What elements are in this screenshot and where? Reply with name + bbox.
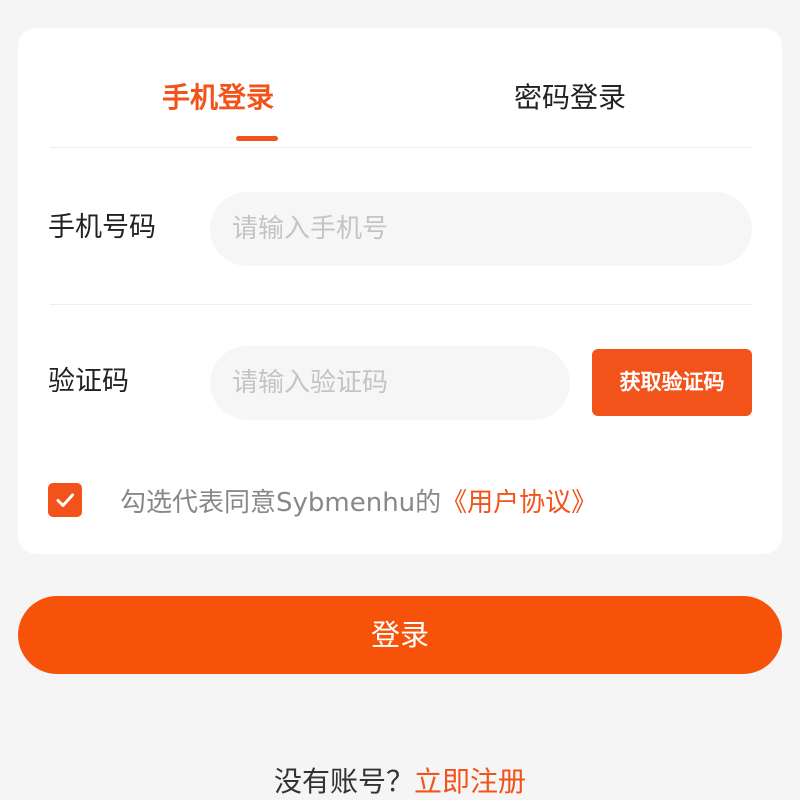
field-divider [50,304,752,305]
register-prompt: 没有账号？立即注册 [0,762,800,800]
phone-label: 手机号码 [48,212,156,243]
tab-password-login[interactable]: 密码登录 [514,78,626,118]
login-card: 手机登录 密码登录 手机号码 验证码 获取验证码 勾选代表同意Sybmenhu的… [18,28,782,554]
checkmark-icon [56,493,74,507]
active-tab-indicator [236,136,278,141]
user-agreement-link[interactable]: 《用户协议》 [441,482,597,519]
agreement-text: 勾选代表同意Sybmenhu的 [120,487,442,518]
code-label: 验证码 [48,366,129,397]
get-code-button[interactable]: 获取验证码 [592,349,752,416]
no-account-text: 没有账号？ [273,765,414,798]
phone-input[interactable] [210,192,752,266]
code-input[interactable] [210,346,570,420]
login-tabs: 手机登录 密码登录 [50,28,752,148]
agreement-checkbox[interactable] [48,483,82,517]
tab-phone-login[interactable]: 手机登录 [162,78,274,118]
agreement-row: 勾选代表同意Sybmenhu的 《用户协议》 [48,480,597,520]
login-button[interactable]: 登录 [18,596,782,674]
register-link[interactable]: 立即注册 [414,765,526,798]
